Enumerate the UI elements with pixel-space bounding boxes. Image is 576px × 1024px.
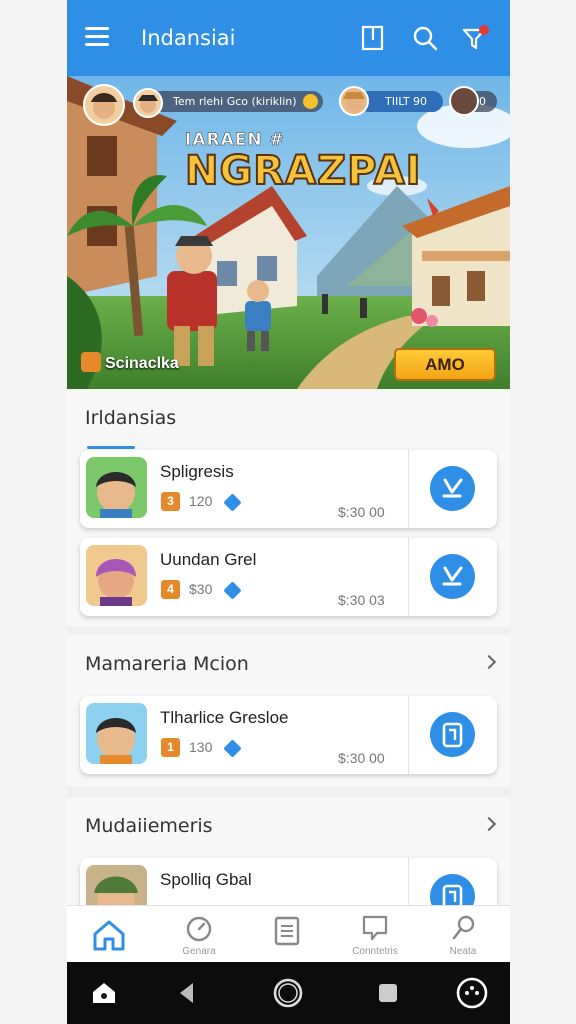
nav-genara[interactable]: Genara	[155, 906, 243, 963]
card-divider	[408, 538, 409, 616]
list-item[interactable]: Uundan Grel 4 $30 $:30 03	[80, 538, 497, 616]
download-button[interactable]	[430, 554, 475, 599]
nav-neata[interactable]: Neata	[419, 906, 507, 963]
open-button[interactable]	[430, 712, 475, 757]
nav-label: Conntetris	[352, 946, 398, 957]
item-thumbnail	[86, 545, 147, 606]
chevron-right-icon[interactable]	[481, 816, 497, 832]
phone-screen: Indansiai Tem rlehi Gco (kiriklin) TIILT…	[67, 0, 510, 1024]
item-price: $:30 03	[338, 592, 385, 608]
home-icon	[93, 920, 125, 951]
list-item[interactable]: Tlharlice Gresloe 1 130 $:30 00	[80, 696, 497, 774]
download-button[interactable]	[430, 466, 475, 511]
list-item[interactable]: Spligresis 3 120 $:30 00	[80, 450, 497, 528]
card-divider	[408, 696, 409, 774]
section-featured: Irldansias Spligresis 3 120 $:30 00 Uund…	[67, 389, 510, 627]
currency-count: 0	[479, 95, 486, 108]
nav-label: Genara	[182, 946, 216, 957]
diamond-icon	[223, 739, 242, 758]
download-check-icon	[442, 566, 463, 586]
player-info-text: Tem rlehi Gco (kiriklin)	[173, 95, 297, 108]
currency-pill[interactable]: TIILT 90	[359, 91, 443, 112]
game-title-small: IARAEN #	[185, 130, 285, 151]
chat-icon	[362, 915, 388, 941]
hero-play-button[interactable]: AMO	[394, 348, 496, 381]
system-nav-bar	[67, 962, 510, 1024]
nav-home[interactable]	[67, 906, 155, 963]
item-name: Spolliq Gbal	[160, 870, 252, 889]
currency-text: TIILT 90	[385, 95, 428, 108]
home-button-icon[interactable]	[272, 977, 304, 1009]
diamond-icon	[223, 493, 242, 512]
hero-badge: Scinaclka	[81, 352, 179, 373]
gauge-icon	[186, 916, 212, 942]
item-price: $:30 00	[338, 750, 385, 766]
section-title: Mamareria Mcion	[85, 653, 249, 675]
card-divider	[408, 450, 409, 528]
badge-icon	[81, 352, 101, 372]
item-level-badge: 3	[161, 492, 180, 511]
chevron-right-icon[interactable]	[481, 654, 497, 670]
item-stat: 130	[189, 739, 213, 755]
game-title-big: NGRAZPAI	[184, 147, 422, 195]
player-info-pill: Tem rlehi Gco (kiriklin)	[147, 91, 323, 112]
item-stat: $30	[189, 581, 213, 597]
player-avatar[interactable]	[83, 84, 125, 126]
recents-icon[interactable]	[376, 981, 400, 1005]
assistant-home-icon[interactable]	[89, 978, 119, 1008]
friend-avatar	[449, 86, 479, 116]
player-small-avatar	[133, 88, 163, 118]
item-name: Tlharlice Gresloe	[160, 708, 289, 727]
coin-icon	[303, 94, 318, 109]
search-icon	[452, 915, 475, 940]
item-name: Spligresis	[160, 462, 234, 481]
list-icon	[274, 916, 300, 946]
nav-label: Neata	[449, 946, 477, 957]
hero-badge-label: Scinaclka	[105, 355, 179, 372]
hero-button-label: AMO	[425, 355, 465, 374]
filter-icon[interactable]	[461, 24, 489, 52]
nav-conntetris[interactable]: Conntetris	[331, 906, 419, 963]
section-underline	[87, 446, 135, 449]
section-title: Mudaiiemeris	[85, 815, 213, 837]
menu-icon[interactable]	[85, 27, 109, 47]
bottom-navigation: Genara Conntetris Neata	[67, 905, 510, 962]
game-title: IARAEN # NGRAZPAI	[184, 130, 422, 195]
item-thumbnail	[86, 457, 147, 518]
section-third: Mudaiiemeris Spolliq Gbal	[67, 797, 510, 936]
rival-avatar	[339, 86, 369, 116]
back-icon[interactable]	[175, 980, 197, 1006]
hero-banner[interactable]: Tem rlehi Gco (kiriklin) TIILT 90 0 IARA…	[67, 76, 510, 389]
download-check-icon	[442, 478, 463, 498]
app-title: Indansiai	[141, 26, 236, 50]
item-thumbnail	[86, 703, 147, 764]
hero-illustration	[67, 76, 510, 389]
section-title: Irldansias	[85, 407, 177, 429]
item-price: $:30 00	[338, 504, 385, 520]
section-second: Mamareria Mcion Tlharlice Gresloe 1 130 …	[67, 635, 510, 787]
nav-list[interactable]	[243, 906, 331, 963]
diamond-icon	[223, 581, 242, 600]
item-level-badge: 1	[161, 738, 180, 757]
bookmark-icon[interactable]	[359, 24, 387, 52]
item-level-badge: 4	[161, 580, 180, 599]
clipboard-icon	[442, 722, 463, 748]
item-name: Uundan Grel	[160, 550, 257, 569]
app-bar: Indansiai	[67, 0, 510, 76]
search-icon[interactable]	[411, 24, 439, 52]
item-stat: 120	[189, 493, 213, 509]
chat-bubble-icon[interactable]	[455, 976, 489, 1010]
